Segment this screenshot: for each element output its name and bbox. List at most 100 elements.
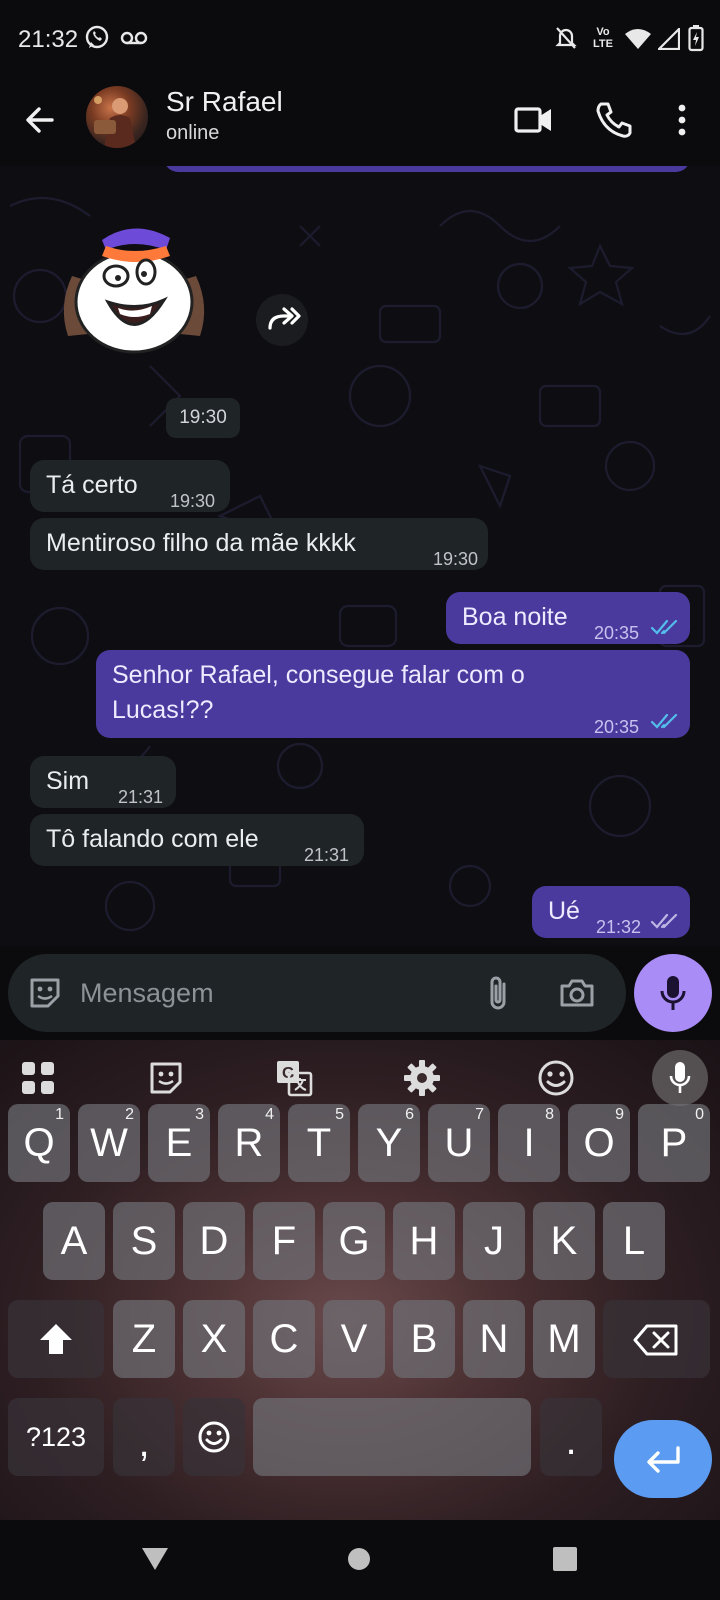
key-x[interactable]: X bbox=[183, 1300, 245, 1378]
key-k[interactable]: K bbox=[533, 1202, 595, 1280]
key-a[interactable]: A bbox=[43, 1202, 105, 1280]
key-label: B bbox=[410, 1317, 438, 1361]
contact-status: online bbox=[166, 122, 220, 144]
key-e[interactable]: E3 bbox=[148, 1104, 210, 1182]
emoji-icon[interactable] bbox=[536, 1058, 576, 1098]
key-g[interactable]: G bbox=[323, 1202, 385, 1280]
message-bubble[interactable]: Boa noite 20:35 bbox=[446, 592, 690, 644]
key-label: S bbox=[130, 1219, 158, 1263]
key-label: R bbox=[234, 1121, 264, 1165]
sticker-icon[interactable] bbox=[26, 974, 64, 1012]
key-label: V bbox=[340, 1317, 368, 1361]
nav-home-icon[interactable] bbox=[346, 1546, 372, 1572]
emoji-icon bbox=[198, 1421, 230, 1453]
volte-label-bottom: LTE bbox=[593, 38, 613, 50]
key-n[interactable]: N bbox=[463, 1300, 525, 1378]
comma-key[interactable]: , bbox=[113, 1398, 175, 1476]
key-label: U bbox=[444, 1121, 474, 1165]
key-label: F bbox=[271, 1219, 297, 1263]
key-d[interactable]: D bbox=[183, 1202, 245, 1280]
volte-icon: Vo LTE bbox=[590, 26, 616, 50]
forward-icon bbox=[268, 307, 301, 330]
avatar-photo bbox=[94, 96, 136, 148]
message-time: 21:32 bbox=[596, 917, 642, 937]
message-text: Ué bbox=[548, 897, 580, 925]
message-bubble[interactable]: Tá certo 19:30 bbox=[30, 460, 230, 512]
key-label: K bbox=[550, 1219, 578, 1263]
key-u[interactable]: U7 bbox=[428, 1104, 490, 1182]
key-r[interactable]: R4 bbox=[218, 1104, 280, 1182]
voice-input-button[interactable] bbox=[652, 1050, 708, 1106]
key-q[interactable]: Q1 bbox=[8, 1104, 70, 1182]
message-bubble[interactable]: Mentiroso filho da mãe kkkk 19:30 bbox=[30, 518, 488, 570]
key-label: . bbox=[565, 1419, 577, 1463]
symbols-key[interactable]: ?123 bbox=[8, 1398, 104, 1476]
keyboard: G Q1 W2 E 3 R 4 T 5 Y 6 U 7 I 8 O 9 P 0 … bbox=[0, 1040, 720, 1520]
nav-back-icon[interactable] bbox=[140, 1544, 170, 1572]
key-z[interactable]: Z bbox=[113, 1300, 175, 1378]
backspace-key[interactable] bbox=[603, 1300, 710, 1378]
chat-area[interactable]: 19:30 Tá certo 19:30 Mentiroso filho da … bbox=[0, 166, 720, 946]
key-label: A bbox=[60, 1219, 88, 1263]
message-text: Boa noite bbox=[462, 603, 568, 631]
settings-icon[interactable] bbox=[402, 1058, 442, 1098]
key-w[interactable]: W2 bbox=[78, 1104, 140, 1182]
key-l[interactable]: L bbox=[603, 1202, 665, 1280]
key-y[interactable]: Y6 bbox=[358, 1104, 420, 1182]
key-hint: 9 bbox=[615, 1106, 624, 1123]
key-s[interactable]: S bbox=[113, 1202, 175, 1280]
back-arrow-icon[interactable] bbox=[20, 100, 60, 140]
key-o[interactable]: O9 bbox=[568, 1104, 630, 1182]
key-t[interactable]: T5 bbox=[288, 1104, 350, 1182]
message-text: Senhor Rafael, consegue falar com o Luca… bbox=[112, 661, 525, 724]
contact-avatar[interactable] bbox=[86, 86, 148, 148]
key-hint: 8 bbox=[545, 1106, 554, 1123]
message-bubble[interactable]: Sim 21:31 bbox=[30, 756, 176, 808]
voice-call-icon[interactable] bbox=[592, 98, 636, 142]
key-hint: 5 bbox=[335, 1106, 344, 1123]
nav-recents-icon[interactable] bbox=[552, 1546, 578, 1572]
enter-key[interactable] bbox=[614, 1420, 712, 1498]
translate-icon[interactable]: G bbox=[274, 1058, 314, 1098]
key-hint: 7 bbox=[475, 1106, 484, 1123]
system-nav-bar bbox=[0, 1520, 720, 1600]
camera-icon[interactable] bbox=[558, 974, 596, 1012]
attach-icon[interactable] bbox=[484, 974, 514, 1014]
key-label: , bbox=[138, 1421, 150, 1465]
more-options-icon[interactable] bbox=[660, 98, 704, 142]
key-f[interactable]: F bbox=[253, 1202, 315, 1280]
sticker-icon[interactable] bbox=[146, 1058, 186, 1098]
key-p[interactable]: P0 bbox=[638, 1104, 710, 1182]
apps-grid-icon[interactable] bbox=[18, 1058, 58, 1098]
key-j[interactable]: J bbox=[463, 1202, 525, 1280]
period-key[interactable]: . bbox=[540, 1398, 602, 1476]
message-input[interactable] bbox=[80, 970, 480, 1016]
forward-button[interactable] bbox=[256, 294, 308, 346]
message-bubble[interactable]: Senhor Rafael, consegue falar com o Luca… bbox=[96, 650, 690, 738]
message-bubble[interactable]: Tô falando com ele 21:31 bbox=[30, 814, 364, 866]
message-bubble[interactable]: Ué 21:32 bbox=[532, 886, 690, 938]
key-label: ?123 bbox=[25, 1422, 87, 1452]
read-ticks-icon bbox=[650, 619, 678, 635]
key-m[interactable]: M bbox=[533, 1300, 595, 1378]
key-v[interactable]: V bbox=[323, 1300, 385, 1378]
key-h[interactable]: H bbox=[393, 1202, 455, 1280]
previous-message-bubble[interactable] bbox=[164, 166, 690, 172]
message-time: 19:30 bbox=[170, 491, 216, 511]
key-b[interactable]: B bbox=[393, 1300, 455, 1378]
space-key[interactable] bbox=[253, 1398, 531, 1476]
key-label: Z bbox=[131, 1317, 157, 1361]
shift-key[interactable] bbox=[8, 1300, 104, 1378]
emoji-key[interactable] bbox=[183, 1398, 245, 1476]
sticker-image[interactable] bbox=[54, 216, 214, 356]
contact-name[interactable]: Sr Rafael bbox=[166, 86, 283, 118]
video-call-icon[interactable] bbox=[512, 98, 556, 142]
key-i[interactable]: I8 bbox=[498, 1104, 560, 1182]
key-c[interactable]: C bbox=[253, 1300, 315, 1378]
key-label: O bbox=[583, 1121, 615, 1165]
volte-label-top: Vo bbox=[596, 26, 610, 38]
shift-icon bbox=[40, 1324, 72, 1354]
notifications-off-icon bbox=[555, 27, 577, 49]
key-label: D bbox=[199, 1219, 229, 1263]
voice-message-button[interactable] bbox=[634, 954, 712, 1032]
